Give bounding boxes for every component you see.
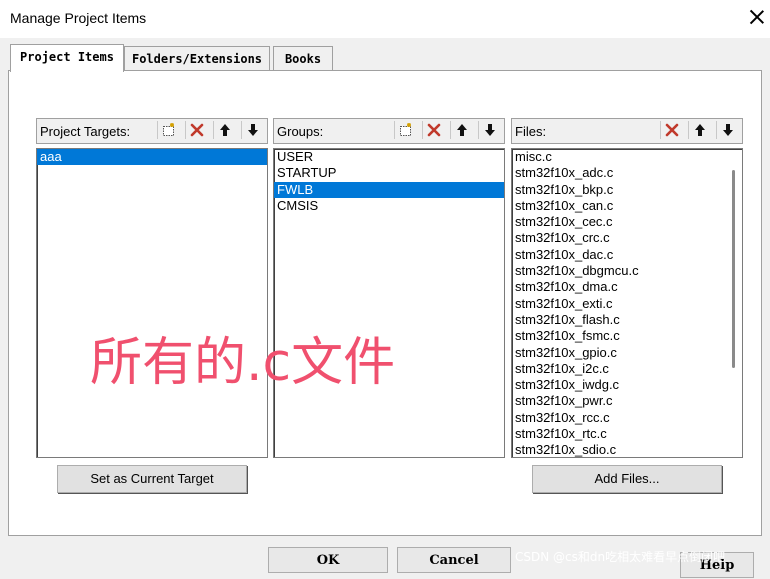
targets-header: Project Targets: [36, 118, 268, 144]
close-icon[interactable] [748, 8, 766, 26]
targets-label: Project Targets: [40, 124, 131, 139]
list-item[interactable]: FWLB [274, 181, 504, 198]
delete-icon[interactable] [422, 121, 445, 139]
move-down-icon[interactable] [716, 121, 739, 139]
list-item[interactable]: stm32f10x_crc.c [512, 230, 742, 246]
files-list[interactable]: misc.c stm32f10x_adc.c stm32f10x_bkp.c s… [511, 148, 743, 458]
list-item[interactable]: stm32f10x_flash.c [512, 312, 742, 328]
list-item[interactable]: stm32f10x_adc.c [512, 165, 742, 181]
list-item[interactable]: CMSIS [274, 198, 504, 214]
list-item[interactable]: stm32f10x_gpio.c [512, 345, 742, 361]
list-item[interactable]: stm32f10x_dbgmcu.c [512, 263, 742, 279]
set-current-target-button[interactable]: Set as Current Target [57, 465, 247, 493]
delete-icon[interactable] [185, 121, 208, 139]
list-item[interactable]: stm32f10x_cec.c [512, 214, 742, 230]
add-files-button[interactable]: Add Files... [532, 465, 722, 493]
list-item[interactable]: stm32f10x_can.c [512, 198, 742, 214]
list-item[interactable]: stm32f10x_iwdg.c [512, 377, 742, 393]
targets-list[interactable]: aaa [36, 148, 268, 458]
window-title: Manage Project Items [10, 10, 147, 26]
files-header: Files: [511, 118, 743, 144]
new-item-icon[interactable] [157, 121, 180, 139]
tab-folders-extensions[interactable]: Folders/Extensions [124, 46, 270, 71]
cancel-button[interactable]: Cancel [397, 547, 511, 573]
list-item[interactable]: stm32f10x_pwr.c [512, 393, 742, 409]
list-item[interactable]: STARTUP [274, 165, 504, 181]
list-item[interactable]: stm32f10x_exti.c [512, 296, 742, 312]
title-bar: Manage Project Items [0, 0, 770, 38]
list-item[interactable]: stm32f10x_rcc.c [512, 410, 742, 426]
list-item[interactable]: stm32f10x_bkp.c [512, 182, 742, 198]
groups-list[interactable]: USER STARTUP FWLB CMSIS [273, 148, 505, 458]
groups-label: Groups: [277, 124, 324, 139]
list-item[interactable]: stm32f10x_dac.c [512, 247, 742, 263]
move-down-icon[interactable] [478, 121, 501, 139]
list-item[interactable]: USER [274, 149, 504, 165]
files-label: Files: [515, 124, 547, 139]
list-item[interactable]: stm32f10x_rtc.c [512, 426, 742, 442]
scrollbar-thumb[interactable] [732, 170, 735, 368]
move-down-icon[interactable] [241, 121, 264, 139]
watermark: CSDN @cs和dn吃相太难看早点倒闭吧 [515, 550, 726, 564]
files-scrollbar[interactable] [727, 150, 739, 456]
delete-icon[interactable] [660, 121, 683, 139]
list-item[interactable]: stm32f10x_dma.c [512, 279, 742, 295]
list-item[interactable]: misc.c [512, 149, 742, 165]
move-up-icon[interactable] [688, 121, 711, 139]
ok-button[interactable]: OK [268, 547, 388, 573]
tab-books[interactable]: Books [273, 46, 333, 71]
list-item[interactable]: aaa [37, 149, 267, 166]
annotation-text: 所有的.c文件 [90, 333, 396, 393]
move-up-icon[interactable] [450, 121, 473, 139]
tab-project-items[interactable]: Project Items [10, 44, 124, 72]
list-item[interactable]: stm32f10x_fsmc.c [512, 328, 742, 344]
list-item[interactable]: stm32f10x_sdio.c [512, 442, 742, 457]
list-item[interactable]: stm32f10x_i2c.c [512, 361, 742, 377]
new-item-icon[interactable] [394, 121, 417, 139]
move-up-icon[interactable] [213, 121, 236, 139]
groups-header: Groups: [273, 118, 505, 144]
